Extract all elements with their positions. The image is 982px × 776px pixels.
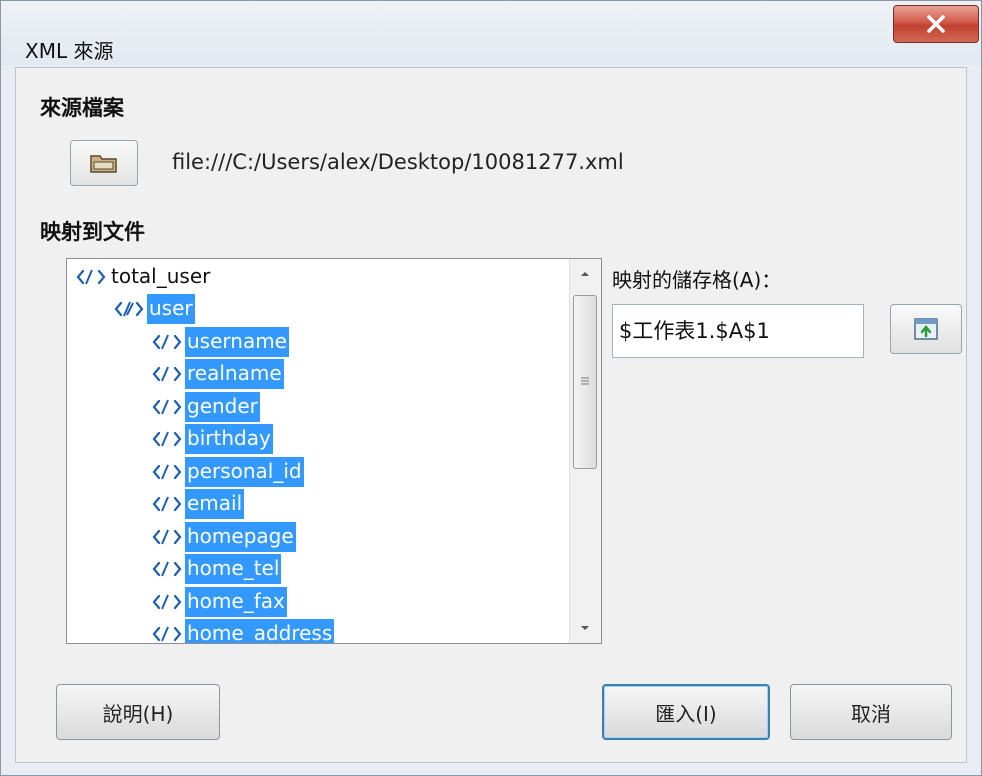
window-title: XML 來源 [25, 39, 114, 63]
close-icon [927, 15, 945, 33]
xml-element-icon [152, 334, 182, 349]
xml-element-icon [76, 269, 106, 284]
tree-node-label: birthday [185, 424, 273, 454]
xml-element-icon [152, 529, 182, 544]
tree-node[interactable]: personal_id [151, 456, 304, 487]
tree-node[interactable]: gender [151, 391, 260, 422]
mapped-cell-input[interactable]: $工作表1.$A$1 [612, 304, 864, 358]
source-file-label: 來源檔案 [40, 96, 124, 120]
xml-source-dialog: XML 來源 來源檔案 file:///C:/Users/alex/Deskto… [0, 0, 982, 776]
scroll-down-icon[interactable] [579, 623, 591, 633]
xml-element-icon [152, 626, 182, 642]
tree-node-label: home_tel [185, 554, 282, 584]
tree-node[interactable]: total_user [75, 261, 212, 292]
tree-node[interactable]: username [151, 326, 289, 357]
cancel-button[interactable]: 取消 [790, 684, 952, 740]
tree-node-label: email [185, 489, 245, 519]
tree-node[interactable]: email [151, 489, 245, 520]
xml-element-icon [152, 594, 182, 609]
title-bar[interactable]: XML 來源 [1, 1, 981, 65]
tree-node[interactable]: realname [151, 359, 284, 390]
tree-node[interactable]: user [113, 294, 195, 325]
shrink-dialog-icon [914, 318, 938, 340]
folder-icon [90, 155, 117, 173]
scroll-thumb[interactable] [573, 295, 597, 469]
tree-node[interactable]: birthday [151, 424, 273, 455]
xml-element-icon [152, 366, 182, 382]
scroll-up-icon[interactable] [579, 269, 591, 279]
tree-node-label: homepage [185, 521, 296, 552]
dialog-body: 來源檔案 file:///C:/Users/alex/Desktop/10081… [15, 67, 967, 763]
tree-node[interactable]: home_fax [151, 586, 287, 617]
tree-scrollbar[interactable] [569, 259, 601, 643]
xml-element-icon [152, 496, 182, 512]
close-button[interactable] [893, 5, 979, 43]
map-to-document-label: 映射到文件 [40, 220, 145, 244]
tree-node-label: total_user [111, 263, 211, 288]
help-button[interactable]: 說明(H) [56, 684, 220, 740]
tree-node-label: home_address [185, 619, 335, 643]
xml-tree[interactable]: total_useruser username realname gender birt… [66, 258, 602, 644]
xml-element-icon [152, 431, 182, 447]
tree-node[interactable]: home_address [151, 619, 335, 643]
tree-node-label: home_fax [185, 586, 287, 617]
select-cell-button[interactable] [890, 304, 962, 354]
tree-node-label: gender [185, 391, 260, 422]
tree-node-label: user [147, 294, 195, 324]
mapped-cell-label: 映射的儲存格(A)： [612, 268, 782, 292]
xml-element-icon [152, 464, 182, 479]
tree-node-label: username [185, 326, 289, 357]
tree-node[interactable]: home_tel [151, 554, 282, 585]
xml-element-icon [152, 399, 182, 414]
grip-icon [581, 377, 589, 385]
xml-repeating-element-icon [114, 301, 144, 317]
import-button[interactable]: 匯入(I) [602, 684, 770, 740]
tree-node[interactable]: homepage [151, 521, 296, 552]
file-path: file:///C:/Users/alex/Desktop/10081277.x… [172, 150, 624, 174]
tree-node-label: realname [185, 359, 284, 389]
tree-node-label: personal_id [185, 456, 304, 487]
browse-button[interactable] [70, 140, 138, 186]
xml-element-icon [152, 561, 182, 577]
